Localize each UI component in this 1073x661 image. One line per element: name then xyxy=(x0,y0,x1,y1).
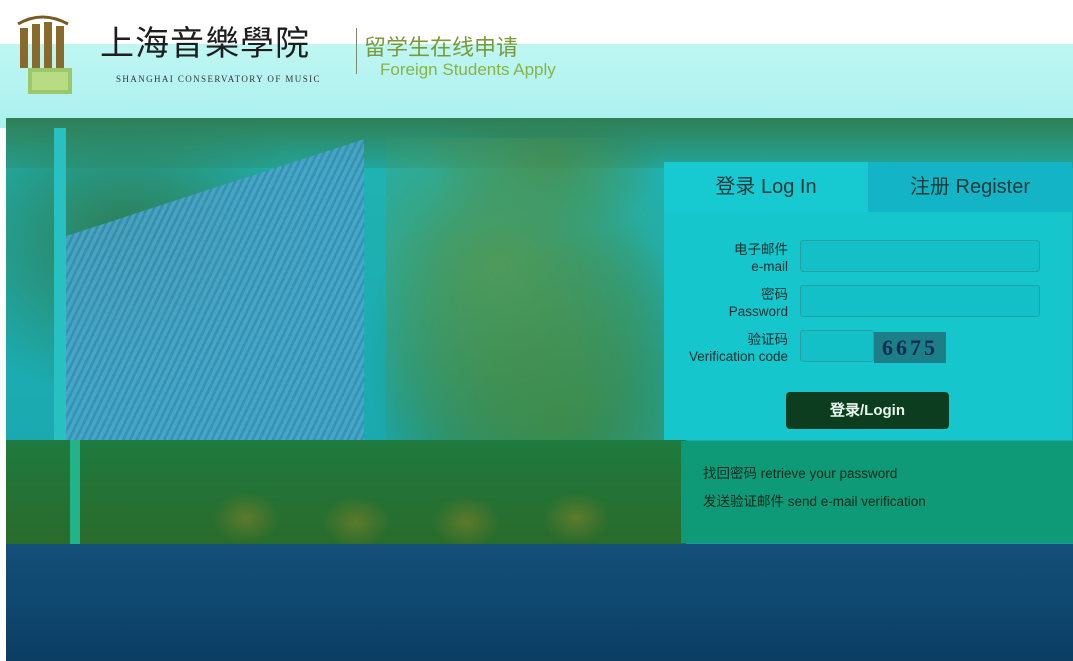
tab-login[interactable]: 登录 Log In xyxy=(664,162,868,212)
help-links-panel: 找回密码 retrieve your password 发送验证邮件 send … xyxy=(681,441,1073,543)
email-field[interactable] xyxy=(800,240,1040,272)
photo-stripe xyxy=(54,128,66,458)
email-label-cn: 电子邮件 xyxy=(734,242,788,257)
password-label-cn: 密码 xyxy=(761,287,788,302)
password-label: 密码 Password xyxy=(729,286,788,320)
email-label: 电子邮件 e-mail xyxy=(734,241,788,275)
wall-stripe xyxy=(70,440,80,550)
verification-code-field[interactable] xyxy=(800,330,874,362)
wall-lettering xyxy=(186,488,626,548)
school-name-cn: 上海音樂學院 xyxy=(100,24,310,64)
apply-title-en: Foreign Students Apply xyxy=(380,60,556,79)
header: 上海音樂學院 SHANGHAI CONSERVATORY OF MUSIC 留学… xyxy=(0,0,1073,128)
page: 上海音樂學院 SHANGHAI CONSERVATORY OF MUSIC 留学… xyxy=(0,0,1073,661)
apply-title-cn: 留学生在线申请 xyxy=(364,35,519,60)
tab-register[interactable]: 注册 Register xyxy=(868,162,1072,212)
bottom-band xyxy=(6,544,1073,661)
login-button[interactable]: 登录/Login xyxy=(786,392,949,429)
verification-label-cn: 验证码 xyxy=(747,332,789,347)
captcha-image[interactable]: 6675 xyxy=(874,332,946,363)
header-divider xyxy=(356,28,357,74)
email-label-en: e-mail xyxy=(751,259,788,274)
login-panel: 登录 Log In 注册 Register 电子邮件 e-mail 密码 Pas… xyxy=(664,162,1072,440)
school-name-en: SHANGHAI CONSERVATORY OF MUSIC xyxy=(116,74,321,84)
conservatory-logo-icon xyxy=(12,10,82,96)
send-verification-link[interactable]: 发送验证邮件 send e-mail verification xyxy=(703,490,926,510)
password-field[interactable] xyxy=(800,285,1040,317)
verification-label-en: Verification code xyxy=(688,349,788,364)
password-label-en: Password xyxy=(728,304,788,319)
verification-label: 验证码 Verification code xyxy=(689,331,788,365)
retrieve-password-link[interactable]: 找回密码 retrieve your password xyxy=(703,462,897,482)
